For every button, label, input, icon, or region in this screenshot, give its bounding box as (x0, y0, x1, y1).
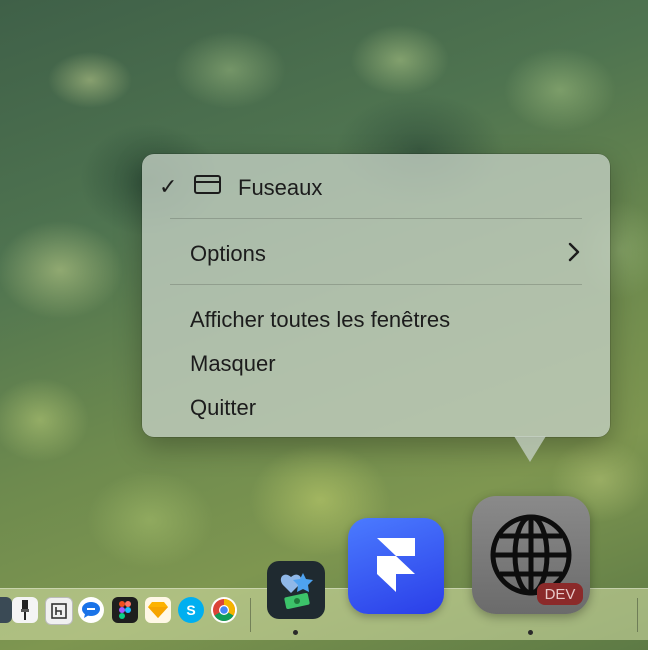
dock-context-menu: ✓ Fuseaux Options Afficher toutes les fe… (142, 154, 610, 437)
h-square-icon[interactable] (45, 597, 73, 625)
menu-item-label: Masquer (190, 351, 276, 376)
partial-app-icon[interactable] (0, 597, 12, 623)
menu-item-hide[interactable]: Masquer (190, 351, 276, 377)
window-icon (194, 175, 221, 194)
menu-separator (170, 218, 582, 219)
chrome-icon[interactable] (211, 597, 237, 623)
menu-item-label: Options (190, 241, 266, 266)
chat-bubble-icon[interactable] (78, 597, 104, 623)
brush-icon[interactable] (12, 597, 38, 623)
menu-pointer-arrow (514, 436, 546, 462)
chevron-right-icon (568, 242, 580, 268)
figma-icon[interactable] (112, 597, 138, 623)
menu-item-label: Fuseaux (238, 175, 323, 200)
sketch-diamond-icon[interactable] (145, 597, 171, 623)
menu-item-fuseaux-window[interactable]: Fuseaux (238, 175, 322, 201)
heart-money-icon[interactable] (267, 561, 325, 619)
menu-item-show-all-windows[interactable]: Afficher toutes les fenêtres (190, 307, 450, 333)
framer-icon[interactable] (348, 518, 444, 614)
running-indicator (293, 630, 298, 635)
menu-item-label: Quitter (190, 395, 257, 420)
dock-divider (250, 598, 251, 632)
skype-icon[interactable]: S (178, 597, 204, 623)
menu-item-label: Afficher toutes les fenêtres (190, 307, 451, 332)
menu-item-quit[interactable]: Quitter (190, 395, 256, 421)
dev-badge: DEV (537, 583, 583, 605)
menu-separator (170, 284, 582, 285)
checkmark-icon: ✓ (159, 174, 178, 199)
running-indicator (528, 630, 533, 635)
dock-divider (637, 598, 638, 632)
menu-item-options[interactable]: Options (190, 241, 266, 267)
